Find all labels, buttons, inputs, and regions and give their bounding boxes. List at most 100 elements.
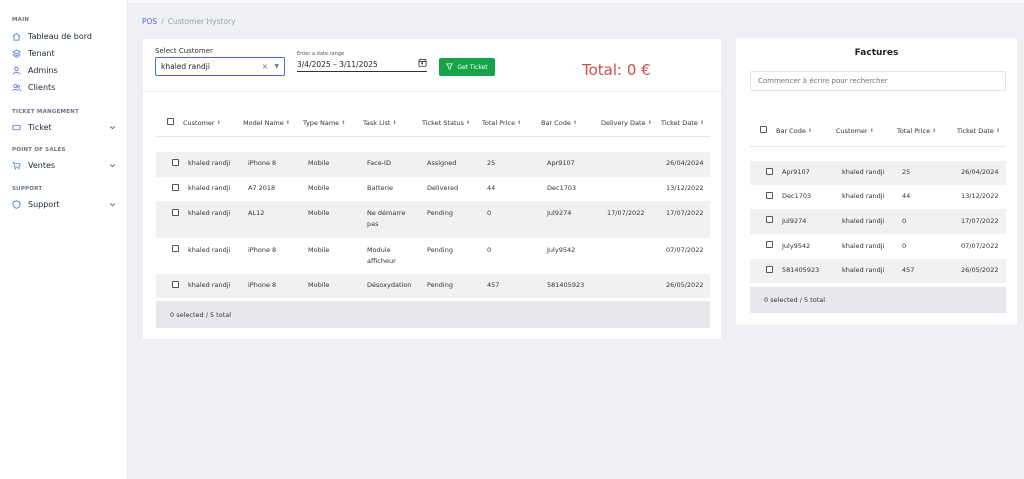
select-all-checkbox[interactable] [760, 126, 767, 133]
table-row[interactable]: khaled randji A7 2018 Mobile Batterie De… [156, 177, 710, 201]
breadcrumb-pos-link[interactable]: POS [142, 17, 157, 26]
sidebar-item-ticket[interactable]: Ticket [12, 120, 116, 134]
section-ticket: TICKET MANGEMENT [12, 109, 79, 115]
select-all-checkbox[interactable] [167, 118, 174, 125]
row-checkbox[interactable] [172, 245, 179, 252]
table-row[interactable]: Jul9274 khaled randji 0 17/07/2022 [750, 209, 1006, 234]
cell-date: 26/04/2024 [666, 159, 704, 167]
cell-barcode: Apr9107 [782, 168, 810, 176]
table-row[interactable]: 581405923 khaled randji 457 26/05/2022 [750, 259, 1006, 283]
chevron-down-icon [108, 200, 116, 208]
cell-status: Assigned [427, 159, 457, 167]
home-icon [12, 32, 21, 41]
clear-icon[interactable]: × [262, 62, 269, 71]
col-total-price[interactable]: Total Price ⬍ [897, 127, 936, 135]
sort-icon: ⬍ [699, 120, 705, 126]
sort-icon: ⬍ [216, 120, 221, 126]
cell-price: 25 [487, 159, 496, 167]
row-checkbox[interactable] [766, 192, 773, 199]
col-ticket-date[interactable]: Ticket Date ⬍ [661, 119, 704, 127]
col-total-price[interactable]: Total Price ⬍ [482, 119, 521, 127]
cell-customer: khaled randji [188, 184, 231, 192]
col-model-name[interactable]: Model Name ⬍ [243, 119, 290, 127]
row-checkbox[interactable] [766, 266, 773, 273]
sidebar: MAIN Tableau de bord Tenant Admins Clien… [0, 0, 128, 479]
cell-price: 44 [902, 192, 911, 200]
sort-icon: ⬍ [392, 120, 397, 126]
customer-select[interactable]: khaled randji × ▼ [155, 57, 285, 76]
row-checkbox[interactable] [766, 216, 773, 223]
cell-date: 07/07/2022 [666, 246, 704, 254]
table-row[interactable]: Dec1703 khaled randji 44 13/12/2022 [750, 185, 1006, 209]
factures-card: Factures Bar Code⬍ Customer⬍ Total Price… [735, 37, 1018, 326]
cell-barcode: Dec1703 [547, 184, 577, 192]
cell-model: AL12 [248, 209, 265, 217]
cell-customer: khaled randji [842, 266, 885, 274]
table-row[interactable]: khaled randji iPhone 8 Mobile Face-ID As… [156, 152, 710, 177]
table-footer: 0 selected / 5 total [156, 301, 710, 328]
table-row[interactable]: khaled randji iPhone 8 Mobile Désoxydati… [156, 274, 710, 298]
table-row[interactable]: khaled randji AL12 Mobile Ne démarre pas… [156, 201, 710, 238]
sort-icon: ⬍ [647, 120, 652, 126]
cell-date: 17/07/2022 [666, 209, 704, 217]
sidebar-item-label: Ventes [28, 160, 56, 170]
sidebar-item-label: Ticket [28, 122, 52, 132]
section-main: MAIN [12, 17, 30, 23]
cell-task: Module afficheur [367, 246, 396, 265]
cell-status: Delivered [427, 184, 459, 192]
shield-icon [12, 199, 21, 209]
cell-task: Désoxydation [367, 281, 412, 289]
cell-date: 26/05/2022 [961, 266, 999, 274]
cell-type: Mobile [308, 246, 330, 254]
row-checkbox[interactable] [172, 184, 179, 191]
sidebar-item-ventes[interactable]: Ventes [12, 158, 116, 172]
cell-customer: khaled randji [842, 168, 885, 176]
table-row[interactable]: khaled randji iPhone 8 Mobile Module aff… [156, 238, 710, 274]
cell-barcode: Dec1703 [782, 192, 812, 200]
row-checkbox[interactable] [766, 168, 773, 175]
cell-barcode: July9542 [547, 246, 576, 254]
users-icon [12, 83, 21, 92]
sidebar-item-label: Admins [28, 65, 58, 75]
col-customer[interactable]: Customer ⬍ [183, 119, 221, 127]
col-ticket-date[interactable]: Ticket Date ⬍ [957, 127, 1000, 135]
table-row[interactable]: July9542 khaled randji 0 07/07/2022 [750, 234, 1006, 259]
sidebar-item-admins[interactable]: Admins [12, 63, 116, 77]
calendar-icon[interactable] [418, 58, 427, 67]
cell-barcode: Apr9107 [547, 159, 575, 167]
cell-type: Mobile [308, 209, 330, 217]
sidebar-item-tenant[interactable]: Tenant [12, 46, 116, 60]
cell-model: iPhone 8 [248, 246, 277, 254]
cell-date: 17/07/2022 [961, 217, 999, 225]
cell-price: 0 [487, 246, 492, 254]
section-pos: POINT OF SALES [12, 147, 66, 153]
col-ticket-status[interactable]: Ticket Status ⬍ [422, 119, 470, 127]
cell-barcode: 581405923 [782, 266, 820, 274]
cell-customer: khaled randji [188, 209, 231, 217]
col-task-list[interactable]: Task List ⬍ [363, 119, 397, 127]
sort-icon: ⬍ [869, 128, 874, 134]
row-checkbox[interactable] [172, 209, 179, 216]
factures-search-input[interactable] [750, 71, 1006, 91]
col-type-name[interactable]: Type Name ⬍ [303, 119, 345, 127]
cell-type: Mobile [308, 281, 330, 289]
cell-customer: khaled randji [188, 159, 231, 167]
col-bar-code[interactable]: Bar Code ⬍ [776, 127, 812, 135]
row-checkbox[interactable] [172, 281, 179, 288]
cell-price: 457 [902, 266, 915, 274]
col-customer[interactable]: Customer ⬍ [836, 127, 874, 135]
table-row[interactable]: Apr9107 khaled randji 25 26/04/2024 [750, 161, 1006, 185]
row-checkbox[interactable] [172, 159, 179, 166]
col-bar-code[interactable]: Bar Code ⬍ [541, 119, 577, 127]
caret-down-icon[interactable]: ▼ [274, 63, 279, 70]
date-range-input[interactable]: 3/4/2025 – 3/11/2025 [297, 58, 427, 72]
cell-price: 457 [487, 281, 500, 289]
sidebar-item-support[interactable]: Support [12, 197, 116, 211]
get-ticket-button[interactable]: Get Ticket [439, 58, 495, 76]
cell-date: 26/04/2024 [961, 168, 999, 176]
row-checkbox[interactable] [766, 241, 773, 248]
cell-price: 0 [487, 209, 492, 217]
sidebar-item-tableau-de-bord[interactable]: Tableau de bord [12, 29, 116, 43]
sidebar-item-clients[interactable]: Clients [12, 80, 116, 94]
col-delivery-date[interactable]: Delivery Date ⬍ [601, 119, 652, 127]
